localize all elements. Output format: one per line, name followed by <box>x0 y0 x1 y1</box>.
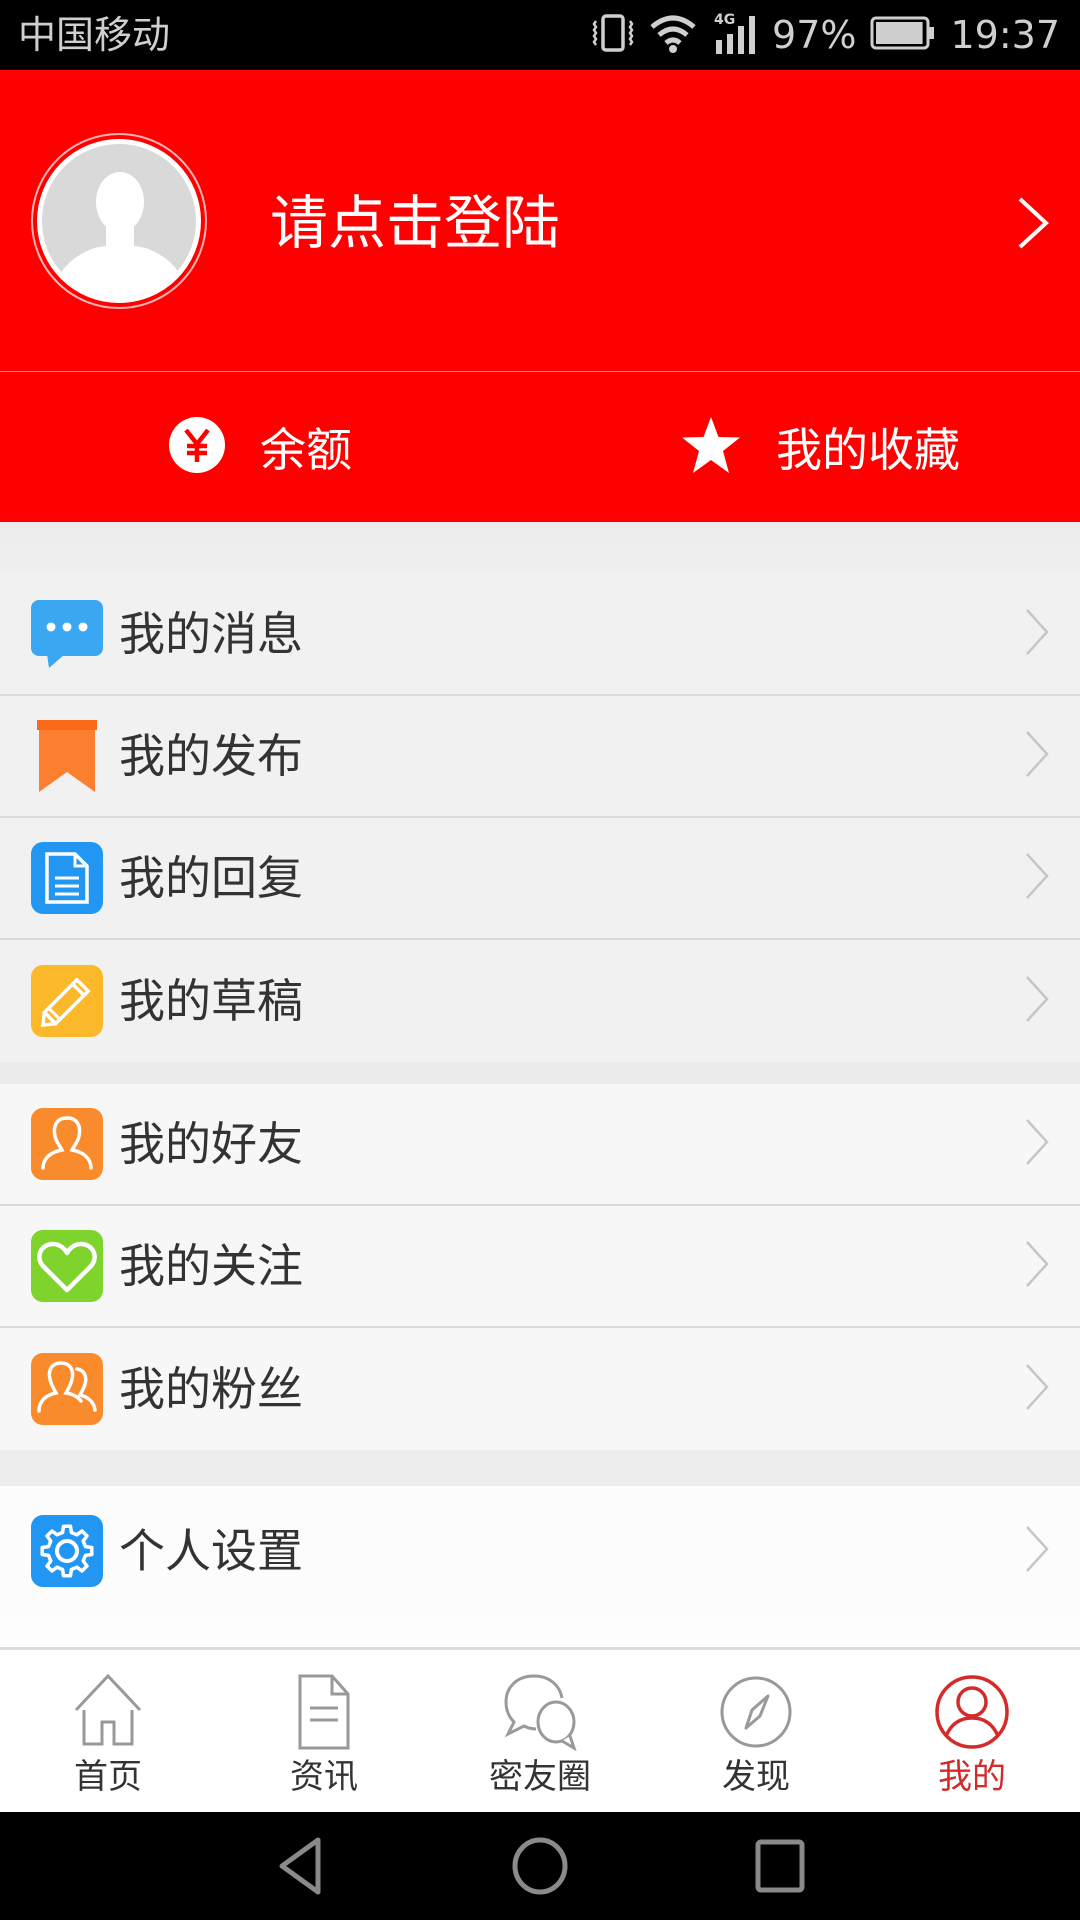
system-navigation-bar <box>0 1812 1080 1920</box>
chevron-right-icon <box>1024 1524 1050 1578</box>
chevron-right-icon <box>1016 195 1050 255</box>
home-button[interactable] <box>510 1836 570 1896</box>
menu-group-settings: 个人设置 <box>0 1486 1080 1616</box>
nav-label: 发现 <box>722 1757 790 1797</box>
quick-actions: 余额 我的收藏 <box>0 372 1080 522</box>
news-icon <box>298 1674 350 1750</box>
menu-item-friends[interactable]: 我的好友 <box>0 1084 1080 1206</box>
menu-item-label: 我的关注 <box>119 1239 303 1293</box>
signal-icon: 4G <box>712 10 758 60</box>
battery-percent: 97% <box>772 13 857 57</box>
home-circle-icon <box>512 1837 568 1895</box>
menu-item-label: 我的消息 <box>119 607 303 661</box>
nav-label: 密友圈 <box>489 1757 591 1797</box>
wifi-icon <box>648 13 698 57</box>
chevron-right-icon <box>1024 1362 1050 1416</box>
gear-icon <box>31 1515 103 1587</box>
home-icon <box>74 1673 142 1746</box>
menu-group-content: 我的消息 我的发布 我的回复 我的草稿 <box>0 574 1080 1062</box>
yuan-icon <box>168 416 226 478</box>
profile-header: 请点击登陆 余额 我的收藏 <box>0 70 1080 522</box>
chevron-right-icon <box>1024 607 1050 661</box>
chevron-right-icon <box>1024 1117 1050 1171</box>
nav-tab-mine[interactable]: 我的 <box>864 1650 1080 1812</box>
clock: 19:37 <box>950 13 1060 57</box>
recents-button[interactable] <box>750 1836 810 1896</box>
nav-tab-news[interactable]: 资讯 <box>216 1650 432 1812</box>
avatar[interactable] <box>31 133 207 309</box>
default-avatar-icon <box>37 139 201 303</box>
message-icon <box>31 598 103 670</box>
status-icons: 4G 97% 19:37 <box>592 10 1060 60</box>
menu-item-fans[interactable]: 我的粉丝 <box>0 1328 1080 1450</box>
chevron-right-icon <box>1024 729 1050 783</box>
login-banner[interactable]: 请点击登陆 <box>0 70 1080 371</box>
fans-icon <box>31 1353 103 1425</box>
nav-label: 资讯 <box>290 1757 358 1797</box>
pencil-icon <box>31 965 103 1037</box>
favorites-button[interactable]: 我的收藏 <box>540 372 1080 522</box>
menu-item-label: 我的回复 <box>119 851 303 905</box>
user-circle-icon <box>935 1675 1009 1749</box>
section-gap <box>0 522 1080 574</box>
menu-item-following[interactable]: 我的关注 <box>0 1206 1080 1328</box>
menu-item-settings[interactable]: 个人设置 <box>0 1486 1080 1616</box>
vibrate-icon <box>592 13 634 57</box>
section-gap <box>0 1062 1080 1084</box>
menu-item-replies[interactable]: 我的回复 <box>0 818 1080 940</box>
bottom-navigation: 首页 资讯 密友圈 发现 我的 <box>0 1647 1080 1812</box>
menu-item-label: 个人设置 <box>119 1524 303 1578</box>
bookmark-icon <box>31 720 103 792</box>
menu-group-social: 我的好友 我的关注 我的粉丝 <box>0 1084 1080 1450</box>
nav-tab-circle[interactable]: 密友圈 <box>432 1650 648 1812</box>
back-triangle-icon <box>279 1837 321 1895</box>
nav-label: 首页 <box>74 1757 142 1797</box>
chevron-right-icon <box>1024 851 1050 905</box>
chevron-right-icon <box>1024 974 1050 1028</box>
nav-tab-home[interactable]: 首页 <box>0 1650 216 1812</box>
balance-button[interactable]: 余额 <box>0 372 540 522</box>
heart-icon <box>31 1230 103 1302</box>
menu-item-messages[interactable]: 我的消息 <box>0 574 1080 696</box>
document-icon <box>31 842 103 914</box>
balance-label: 余额 <box>260 423 352 477</box>
compass-icon <box>720 1676 792 1748</box>
menu-list: 我的消息 我的发布 我的回复 我的草稿 我的好友 我的关注 我的粉丝 个人设置 <box>0 522 1080 1662</box>
menu-item-label: 我的好友 <box>119 1117 303 1171</box>
back-button[interactable] <box>272 1836 332 1896</box>
menu-item-posts[interactable]: 我的发布 <box>0 696 1080 818</box>
favorites-label: 我的收藏 <box>776 423 960 477</box>
recents-square-icon <box>755 1839 805 1893</box>
menu-item-label: 我的粉丝 <box>119 1362 303 1416</box>
menu-item-drafts[interactable]: 我的草稿 <box>0 940 1080 1062</box>
carrier-name: 中国移动 <box>18 13 171 57</box>
login-prompt[interactable]: 请点击登陆 <box>270 188 560 258</box>
section-gap <box>0 1450 1080 1486</box>
friend-icon <box>31 1108 103 1180</box>
menu-item-label: 我的草稿 <box>119 974 303 1028</box>
star-icon <box>680 415 742 479</box>
battery-icon <box>870 16 936 54</box>
chat-bubbles-icon <box>504 1674 577 1752</box>
network-type-label: 4G <box>714 12 735 28</box>
menu-item-label: 我的发布 <box>119 729 303 783</box>
chevron-right-icon <box>1024 1239 1050 1293</box>
nav-tab-discover[interactable]: 发现 <box>648 1650 864 1812</box>
status-bar: 中国移动 4G 97% 19:37 <box>0 0 1080 70</box>
nav-label: 我的 <box>938 1757 1006 1797</box>
